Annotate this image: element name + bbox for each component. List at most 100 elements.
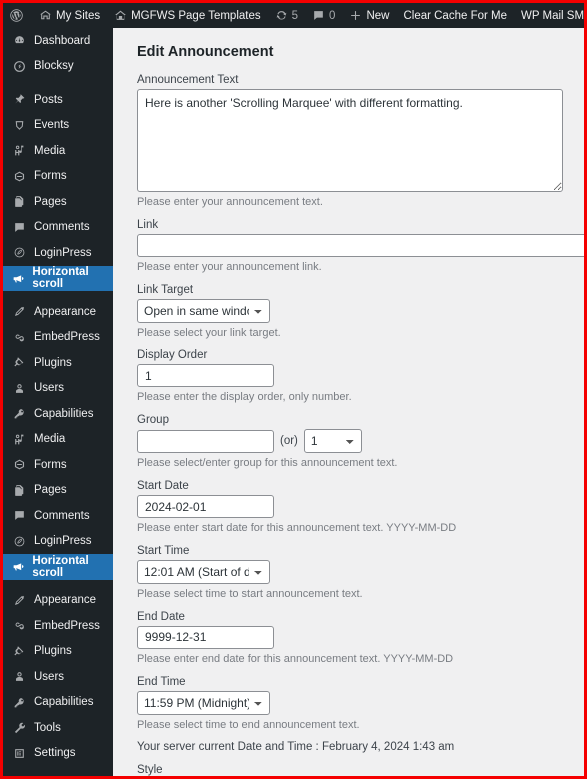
sidebar-item-appearance[interactable]: Appearance: [3, 299, 113, 325]
sidebar-item-label: Pages: [34, 484, 67, 497]
sidebar-item-label: Dashboard: [34, 34, 91, 47]
sidebar-item-embedpress[interactable]: EmbedPress: [3, 613, 113, 639]
sidebar-item-loginpress[interactable]: LoginPress: [3, 240, 113, 266]
new-content-menu[interactable]: New: [342, 3, 396, 28]
sidebar-item-label: Horizontal scroll: [32, 554, 89, 579]
sidebar-item-label: Horizontal scroll: [32, 266, 89, 291]
sidebar-item-label: Capabilities: [34, 407, 94, 420]
sidebar-item-label: Plugins: [34, 356, 72, 369]
comments-bubble-icon: [12, 221, 27, 234]
sidebar-item-label: Comments: [34, 221, 90, 234]
settings-icon: [12, 747, 27, 760]
appearance-brush-icon: [12, 594, 27, 607]
pages-icon: [12, 484, 27, 497]
my-sites-label: My Sites: [56, 9, 101, 22]
announcement-text-input[interactable]: [137, 88, 563, 192]
link-input[interactable]: [137, 233, 584, 257]
site-home-icon: [114, 9, 127, 22]
sidebar-item-label: Forms: [34, 170, 67, 183]
sidebar-separator: [3, 79, 113, 87]
group-select[interactable]: 1: [303, 429, 362, 454]
group-label: Group: [137, 414, 169, 427]
users-icon: [12, 670, 27, 683]
sidebar-item-plugins[interactable]: Plugins: [3, 350, 113, 376]
sidebar-item-embedpress[interactable]: EmbedPress: [3, 325, 113, 351]
sidebar-item-pages[interactable]: Pages: [3, 478, 113, 504]
plugins-icon: [12, 645, 27, 658]
link-target-help: Please select your link target.: [137, 326, 281, 339]
wordpress-logo-button[interactable]: [3, 3, 32, 28]
sidebar-item-forms[interactable]: Forms: [3, 164, 113, 190]
sidebar-item-comments[interactable]: Comments: [3, 215, 113, 241]
sidebar-item-appearance[interactable]: Appearance: [3, 588, 113, 614]
clear-cache-menu[interactable]: Clear Cache For Me: [396, 3, 514, 28]
sidebar-item-users[interactable]: Users: [3, 664, 113, 690]
sidebar-separator: [3, 291, 113, 299]
sidebar-item-comments[interactable]: Comments: [3, 503, 113, 529]
end-time-select[interactable]: 11:59 PM (Midnight): [137, 690, 270, 715]
display-order-help: Please enter the display order, only num…: [137, 391, 352, 404]
style-label: Style: [137, 764, 163, 776]
sidebar-item-plugins[interactable]: Plugins: [3, 639, 113, 665]
wordpress-logo-icon: [9, 8, 24, 23]
admin-sidebar-menu[interactable]: Dashboard Blocksy Posts Events Media Forms Pag…: [3, 28, 113, 776]
sidebar-item-capabilities[interactable]: Capabilities: [3, 690, 113, 716]
sidebar-item-label: Forms: [34, 458, 67, 471]
sidebar-item-blocksy[interactable]: Blocksy: [3, 54, 113, 80]
sidebar-item-label: Settings: [34, 747, 76, 760]
link-label: Link: [137, 218, 159, 231]
key-icon: [12, 407, 27, 420]
megaphone-icon: [12, 272, 25, 285]
sidebar-item-capabilities[interactable]: Capabilities: [3, 401, 113, 427]
start-date-label: Start Date: [137, 480, 189, 493]
wp-admin-bar: My Sites MGFWS Page Templates 5 0 New Cl…: [3, 3, 584, 28]
sidebar-item-events[interactable]: Events: [3, 113, 113, 139]
forms-icon: [12, 458, 27, 471]
sidebar-item-media[interactable]: Media: [3, 138, 113, 164]
my-sites-icon: [39, 9, 52, 22]
display-order-input[interactable]: [137, 364, 274, 388]
sidebar-item-pages[interactable]: Pages: [3, 189, 113, 215]
sidebar-item-dashboard[interactable]: Dashboard: [3, 28, 113, 54]
sidebar-item-label: Users: [34, 382, 65, 395]
loginpress-icon: [12, 246, 27, 259]
key-icon: [12, 696, 27, 709]
site-name-label: MGFWS Page Templates: [131, 9, 261, 22]
sidebar-item-label: LoginPress: [34, 535, 92, 548]
pages-icon: [12, 195, 27, 208]
comments-bubble-icon: [12, 509, 27, 522]
comments-menu[interactable]: 0: [305, 3, 342, 28]
sidebar-item-users[interactable]: Users: [3, 376, 113, 402]
page-title: Edit Announcement: [137, 44, 274, 60]
sidebar-item-settings[interactable]: Settings: [3, 741, 113, 767]
embedpress-icon: [12, 619, 27, 632]
sidebar-item-label: Posts: [34, 93, 63, 106]
updates-count: 5: [291, 9, 299, 22]
browser-viewport: My Sites MGFWS Page Templates 5 0 New Cl…: [0, 0, 587, 779]
sidebar-item-horizontal-scroll[interactable]: Horizontal scroll: [3, 265, 113, 291]
end-time-help: Please select time to end announcement t…: [137, 718, 360, 731]
sidebar-item-posts[interactable]: Posts: [3, 87, 113, 113]
sidebar-item-label: Capabilities: [34, 696, 94, 709]
dashboard-icon: [12, 34, 27, 47]
sidebar-item-horizontal-scroll[interactable]: Horizontal scroll: [3, 554, 113, 580]
sidebar-item-tools[interactable]: Tools: [3, 715, 113, 741]
end-date-input[interactable]: [137, 625, 274, 649]
my-sites-menu[interactable]: My Sites: [32, 3, 107, 28]
group-help: Please select/enter group for this annou…: [137, 457, 398, 470]
sidebar-item-loginpress[interactable]: LoginPress: [3, 529, 113, 555]
start-time-select[interactable]: 12:01 AM (Start of day): [137, 559, 270, 584]
start-date-input[interactable]: [137, 495, 274, 519]
new-label: New: [366, 9, 390, 22]
wp-mail-smtp-menu[interactable]: WP Mail SMTP 1: [514, 3, 584, 28]
sidebar-item-forms[interactable]: Forms: [3, 452, 113, 478]
updates-icon: [275, 9, 288, 22]
updates-menu[interactable]: 5: [268, 3, 305, 28]
site-name-menu[interactable]: MGFWS Page Templates: [107, 3, 268, 28]
link-target-select[interactable]: Open in same window: [137, 298, 270, 323]
sidebar-item-media[interactable]: Media: [3, 427, 113, 453]
sidebar-item-label: Media: [34, 144, 66, 157]
group-input[interactable]: [137, 429, 274, 453]
sidebar-item-label: Blocksy: [34, 60, 74, 73]
appearance-brush-icon: [12, 305, 27, 318]
